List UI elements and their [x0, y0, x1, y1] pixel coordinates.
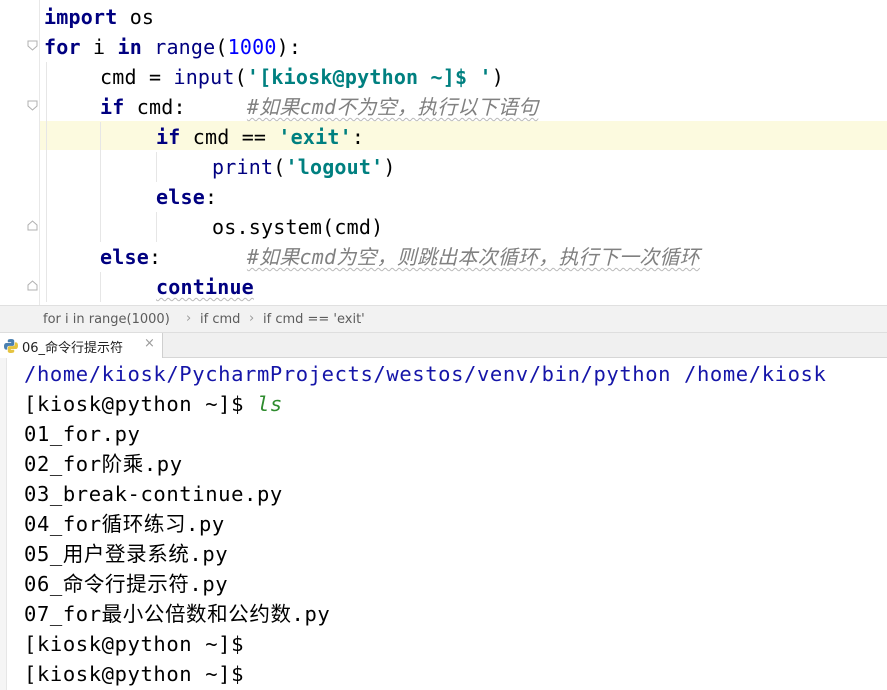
- code-token: else: [156, 185, 205, 209]
- python-file-icon: [4, 339, 18, 353]
- code-token: 1000: [227, 35, 277, 59]
- breadcrumb-item[interactable]: if cmd: [200, 312, 240, 327]
- indent-guide: [46, 62, 47, 302]
- code-token: i: [80, 35, 118, 59]
- console-user-input: ls: [256, 392, 283, 416]
- console-text: [kiosk@python ~]$: [24, 392, 257, 416]
- code-token: :: [351, 125, 365, 149]
- code-token: #如果cmd为空，则跳出本次循环，执行下一次循环: [246, 245, 700, 269]
- code-token: #如果cmd不为空，执行以下语句: [246, 95, 539, 119]
- code-line: if cmd: #如果cmd不为空，执行以下语句: [100, 92, 538, 122]
- fold-collapse-icon[interactable]: [27, 40, 38, 51]
- code-line: cmd = input('[kiosk@python ~]$ '): [100, 62, 504, 92]
- run-console[interactable]: /home/kiosk/PycharmProjects/westos/venv/…: [0, 358, 887, 690]
- code-token: input: [173, 65, 235, 89]
- code-token: ): [383, 155, 396, 179]
- code-token: continue: [156, 275, 254, 299]
- console-output-line: 01_for.py: [24, 419, 140, 449]
- code-token: (: [273, 155, 286, 179]
- code-token: 'logout': [285, 155, 384, 179]
- close-icon[interactable]: ×: [144, 336, 155, 351]
- run-tab[interactable]: 06_命令行提示符 ×: [0, 333, 163, 358]
- code-token: cmd:: [124, 95, 247, 119]
- fold-end-icon[interactable]: [27, 220, 38, 231]
- gutter-divider: [39, 0, 40, 305]
- code-token: if: [100, 95, 125, 119]
- run-tool-window-tabs: 06_命令行提示符 ×: [0, 333, 887, 358]
- code-editor[interactable]: import os for i in range(1000): cmd = inpu…: [0, 0, 887, 305]
- console-text: 02_for阶乘.py: [24, 452, 183, 476]
- console-output-line: 07_for最小公倍数和公约数.py: [24, 599, 330, 629]
- code-token: print: [212, 155, 274, 179]
- code-line: continue: [156, 272, 254, 302]
- code-line: else: #如果cmd为空，则跳出本次循环，执行下一次循环: [100, 242, 700, 272]
- code-line: else:: [156, 182, 217, 212]
- code-token: :: [204, 185, 218, 209]
- code-token: for: [44, 35, 81, 59]
- console-text: [kiosk@python ~]$: [24, 662, 245, 686]
- console-output-line: 03_break-continue.py: [24, 479, 283, 509]
- code-token: (: [215, 35, 228, 59]
- console-output-line: 06_命令行提示符.py: [24, 569, 228, 599]
- console-prompt-line: [kiosk@python ~]$: [24, 659, 244, 689]
- code-token: if: [156, 125, 181, 149]
- console-text: 05_用户登录系统.py: [24, 542, 229, 566]
- console-text: [kiosk@python ~]$: [24, 632, 245, 656]
- console-text: /home/kiosk/PycharmProjects/westos/venv/…: [24, 362, 827, 386]
- code-token: os: [117, 5, 155, 29]
- console-output-line: 04_for循环练习.py: [24, 509, 225, 539]
- code-token: '[kiosk@python ~]$ ': [246, 65, 492, 89]
- indent-guide: [156, 212, 157, 242]
- console-output-line: 02_for阶乘.py: [24, 449, 183, 479]
- code-line: import os: [44, 2, 154, 32]
- code-token: ):: [276, 35, 302, 59]
- code-token: os.system(cmd): [212, 215, 384, 239]
- console-text: 06_命令行提示符.py: [24, 572, 229, 596]
- indent-guide: [156, 152, 157, 182]
- code-token: in: [117, 35, 142, 59]
- console-output-line: /home/kiosk/PycharmProjects/westos/venv/…: [24, 359, 826, 389]
- breadcrumb-separator-icon: ›: [249, 311, 255, 326]
- code-token: cmd ==: [180, 125, 279, 149]
- code-line: print('logout'): [212, 152, 396, 182]
- code-token: 'exit': [278, 125, 352, 149]
- breadcrumb-item[interactable]: if cmd == 'exit': [263, 312, 365, 327]
- current-line-highlight: [0, 121, 887, 150]
- code-token: import: [44, 5, 118, 29]
- console-prompt-line: [kiosk@python ~]$: [24, 629, 244, 659]
- code-token: :: [148, 245, 247, 269]
- fold-end-icon[interactable]: [27, 280, 38, 291]
- console-gutter: [0, 358, 7, 690]
- code-line: for i in range(1000):: [44, 32, 301, 62]
- code-token: else: [100, 245, 149, 269]
- console-output-line: 05_用户登录系统.py: [24, 539, 228, 569]
- run-tab-label: 06_命令行提示符: [22, 341, 124, 356]
- code-token: ): [491, 65, 504, 89]
- console-prompt-line: [kiosk@python ~]$ ls: [24, 389, 283, 419]
- code-token: cmd =: [100, 65, 174, 89]
- indent-guide: [100, 122, 101, 242]
- breadcrumb-item[interactable]: for i in range(1000): [43, 312, 170, 327]
- console-text: 03_break-continue.py: [24, 482, 283, 506]
- code-token: (: [234, 65, 247, 89]
- breadcrumb: for i in range(1000) › if cmd › if cmd =…: [0, 305, 887, 333]
- code-line: os.system(cmd): [212, 212, 383, 242]
- indent-guide: [100, 272, 101, 302]
- console-text: 07_for最小公倍数和公约数.py: [24, 602, 331, 626]
- fold-collapse-icon[interactable]: [27, 100, 38, 111]
- code-token: range: [154, 35, 216, 59]
- console-text: 01_for.py: [24, 422, 141, 446]
- console-text: 04_for循环练习.py: [24, 512, 225, 536]
- breadcrumb-separator-icon: ›: [186, 311, 192, 326]
- code-line: if cmd == 'exit':: [156, 122, 364, 152]
